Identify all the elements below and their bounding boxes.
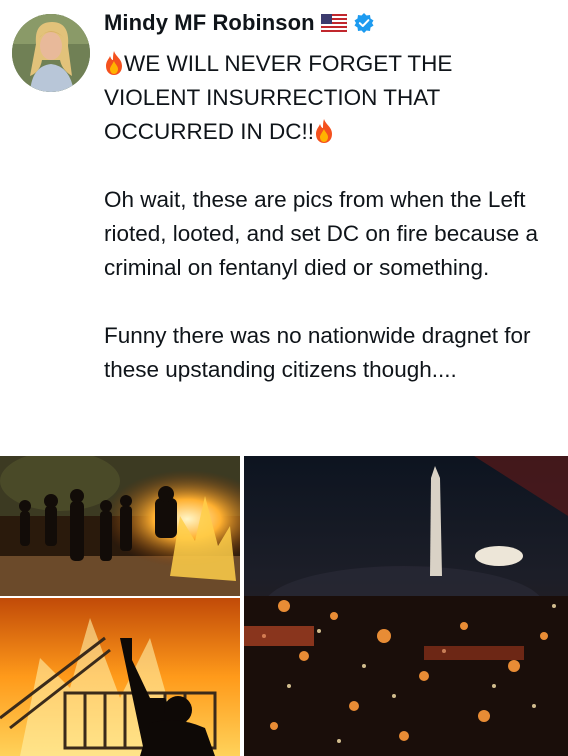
- avatar[interactable]: [12, 14, 90, 92]
- fire-emoji-icon: [104, 50, 124, 76]
- post-paragraph-3: Funny there was no nationwide dragnet fo…: [104, 323, 531, 382]
- washington-monument-night-fires-photo[interactable]: [244, 456, 568, 756]
- media-grid: [0, 456, 568, 756]
- protest-street-fire-photo[interactable]: [0, 456, 240, 596]
- post-header: Mindy MF Robinson: [104, 10, 375, 36]
- burning-barricade-fist-photo[interactable]: [0, 598, 240, 756]
- post-paragraph-2: Oh wait, these are pics from when the Le…: [104, 187, 539, 280]
- post-text: WE WILL NEVER FORGET THE VIOLENT INSURRE…: [104, 47, 554, 387]
- profile-photo: [12, 14, 90, 92]
- us-flag-icon: [320, 13, 347, 33]
- verified-badge-icon: [353, 12, 375, 34]
- post-line-1: WE WILL NEVER FORGET THE VIOLENT INSURRE…: [104, 51, 453, 144]
- post-paragraph-1: WE WILL NEVER FORGET THE VIOLENT INSURRE…: [104, 47, 554, 149]
- author-name[interactable]: Mindy MF Robinson: [104, 10, 315, 36]
- fire-emoji-icon: [314, 118, 334, 144]
